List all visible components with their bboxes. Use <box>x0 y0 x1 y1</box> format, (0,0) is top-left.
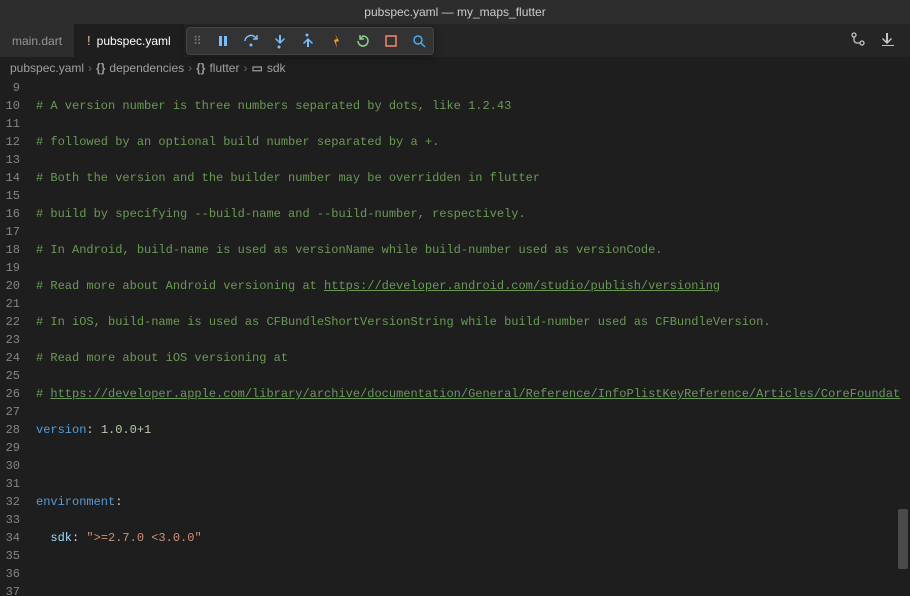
breadcrumb-dependencies[interactable]: dependencies <box>109 61 184 75</box>
breadcrumb-flutter[interactable]: flutter <box>209 61 239 75</box>
chevron-right-icon: › <box>243 61 247 75</box>
yaml-key: environment <box>36 495 115 509</box>
window-title: pubspec.yaml — my_maps_flutter <box>0 0 910 24</box>
editor-area[interactable]: 9101112131415161718192021222324252627282… <box>0 79 910 596</box>
breadcrumbs[interactable]: pubspec.yaml › {} dependencies › {} flut… <box>0 57 910 79</box>
chevron-right-icon: › <box>88 61 92 75</box>
tab-main-dart[interactable]: main.dart <box>0 24 75 57</box>
code-comment: # In Android, build-name is used as vers… <box>36 243 663 257</box>
debug-toolbar[interactable]: ⠿ <box>186 27 434 55</box>
step-into-icon[interactable] <box>271 34 287 48</box>
code-link[interactable]: https://developer.android.com/studio/pub… <box>324 279 720 293</box>
yaml-value: 1.0.0+1 <box>101 423 151 437</box>
tab-label: main.dart <box>12 34 62 48</box>
compare-changes-icon[interactable] <box>850 31 866 51</box>
braces-icon: {} <box>196 61 205 75</box>
yaml-value: ">=2.7.0 <3.0.0" <box>86 531 201 545</box>
restart-icon[interactable] <box>355 34 371 48</box>
hot-reload-icon[interactable] <box>327 34 343 48</box>
chevron-right-icon: › <box>188 61 192 75</box>
code-content[interactable]: # A version number is three numbers sepa… <box>30 79 910 596</box>
yaml-key: version <box>36 423 86 437</box>
code-comment: # Read more about iOS versioning at <box>36 351 288 365</box>
code-comment: # Both the version and the builder numbe… <box>36 171 540 185</box>
pause-icon[interactable] <box>215 34 231 48</box>
code-comment: # In iOS, build-name is used as CFBundle… <box>36 315 771 329</box>
download-icon[interactable] <box>880 31 896 51</box>
code-comment: # followed by an optional build number s… <box>36 135 439 149</box>
yaml-key: sdk <box>50 531 72 545</box>
tab-pubspec[interactable]: ! pubspec.yaml <box>75 24 184 57</box>
scrollbar-thumb[interactable] <box>898 509 908 569</box>
tab-bar: main.dart ! pubspec.yaml <box>0 24 910 57</box>
step-out-icon[interactable] <box>299 34 315 48</box>
abc-icon: ▭ <box>251 61 262 75</box>
code-comment: # Read more about Android versioning at <box>36 279 324 293</box>
breadcrumb-file[interactable]: pubspec.yaml <box>10 61 84 75</box>
drag-handle-icon[interactable]: ⠿ <box>193 34 203 49</box>
step-over-icon[interactable] <box>243 34 259 48</box>
modified-icon: ! <box>87 33 91 48</box>
tab-label: pubspec.yaml <box>97 34 171 48</box>
line-number-gutter: 9101112131415161718192021222324252627282… <box>0 79 26 596</box>
tab-actions <box>836 24 910 57</box>
code-comment: # A version number is three numbers sepa… <box>36 99 511 113</box>
code-link[interactable]: https://developer.apple.com/library/arch… <box>50 387 900 401</box>
braces-icon: {} <box>96 61 105 75</box>
code-comment: # <box>36 387 50 401</box>
breadcrumb-sdk[interactable]: sdk <box>267 61 286 75</box>
stop-icon[interactable] <box>383 34 399 48</box>
code-comment: # build by specifying --build-name and -… <box>36 207 526 221</box>
inspect-widget-icon[interactable] <box>411 34 427 48</box>
